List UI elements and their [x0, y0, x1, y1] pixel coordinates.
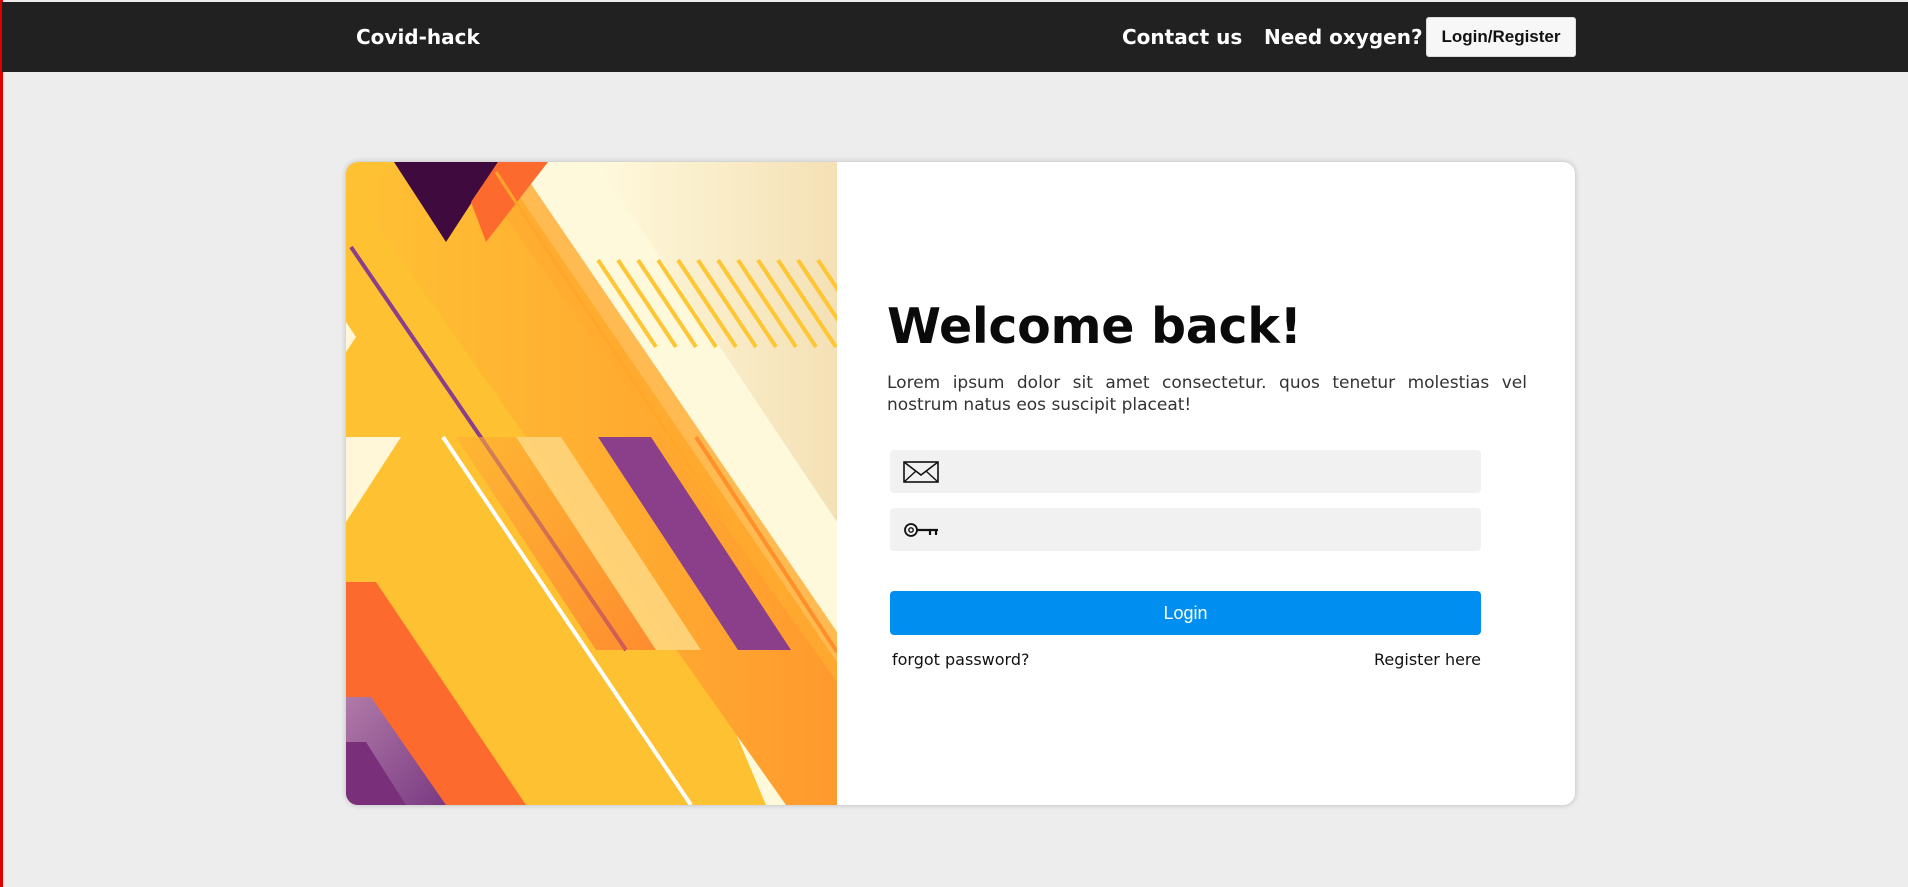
- key-icon: [902, 516, 942, 544]
- intro-text: Lorem ipsum dolor sit amet consectetur. …: [887, 373, 1527, 415]
- email-field: [890, 450, 1481, 493]
- page: Covid-hack Contact us Need oxygen? Login…: [0, 0, 1908, 887]
- decorative-illustration: [346, 162, 837, 805]
- email-input[interactable]: [946, 450, 1476, 493]
- page-title: Welcome back!: [887, 298, 1302, 355]
- login-form: Welcome back! Lorem ipsum dolor sit amet…: [887, 162, 1537, 805]
- forgot-password-link[interactable]: forgot password?: [892, 650, 1029, 669]
- register-link[interactable]: Register here: [1374, 650, 1481, 669]
- brand-link[interactable]: Covid-hack: [356, 25, 480, 49]
- login-card: Welcome back! Lorem ipsum dolor sit amet…: [346, 162, 1575, 805]
- window-edge: [0, 0, 3, 887]
- password-input[interactable]: [946, 508, 1476, 551]
- navbar: Covid-hack Contact us Need oxygen? Login…: [2, 2, 1908, 72]
- login-register-button[interactable]: Login/Register: [1426, 17, 1576, 57]
- envelope-icon: [902, 458, 942, 486]
- login-button[interactable]: Login: [890, 591, 1481, 635]
- nav-contact-us[interactable]: Contact us: [1122, 25, 1242, 49]
- nav-need-oxygen[interactable]: Need oxygen?: [1264, 25, 1423, 49]
- password-field: [890, 508, 1481, 551]
